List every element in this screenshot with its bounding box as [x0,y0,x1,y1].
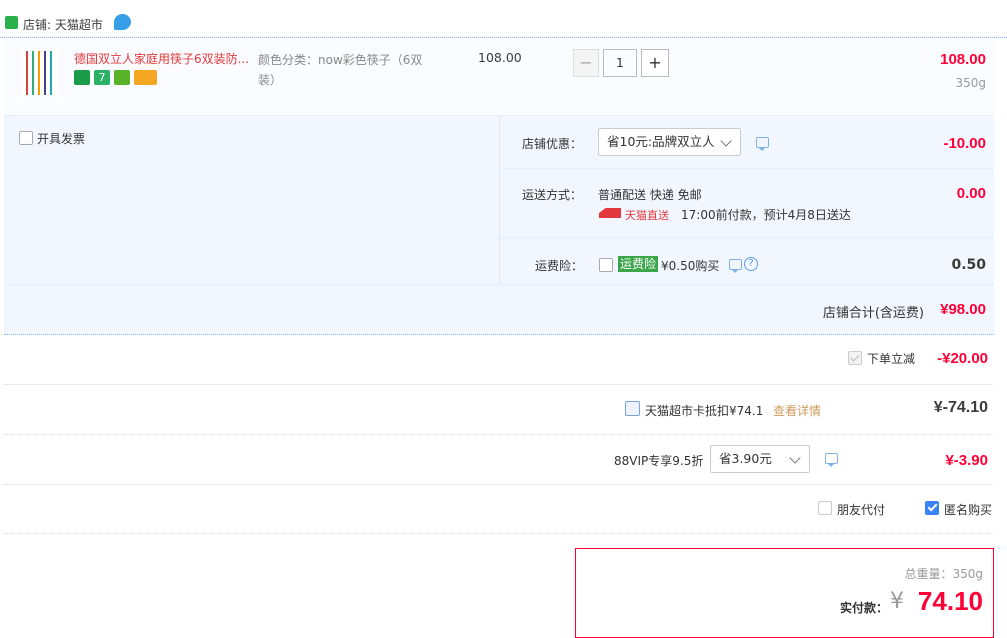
insurance-price: ¥0.50购买 [661,259,720,273]
divider [499,237,994,238]
anonymous-label[interactable]: 匿名购买 [944,501,992,518]
divider [499,168,994,169]
quantity-decrease-button[interactable]: − [573,49,599,77]
chevron-down-icon [789,452,801,464]
shop-total-row: 店铺合计(含运费) ¥98.00 [4,284,994,336]
wangwang-chat-icon[interactable] [114,14,131,30]
divider [4,384,994,385]
vip-discount-amount: ¥-3.90 [945,452,988,469]
shop-total-label: 店铺合计(含运费) [822,306,924,321]
insurance-label: 运费险： [535,259,584,273]
shipping-method: 普通配送 快递 免邮 [598,188,702,202]
delivery-eta: 17:00前付款，预计4月8日送达 [681,208,851,222]
shop-total-amount: ¥98.00 [940,301,986,318]
quantity-stepper: − 1 + [573,49,670,77]
sku-info: 颜色分类：now彩色筷子（6双装） [258,53,423,87]
quantity-increase-button[interactable]: + [641,49,669,77]
credit-card-icon [134,70,157,85]
pay-currency: ¥ [890,589,904,614]
product-row: 德国双立人家庭用筷子6双装防... 7 颜色分类：now彩色筷子（6双装） 10… [4,39,994,115]
total-weight: 总重量：350g [904,567,983,581]
shop-discount-label: 店铺优惠： [522,137,583,151]
payment-summary-box: 总重量：350g 实付款： ¥ 74.10 [575,548,994,638]
item-subtotal: 108.00 [940,51,986,68]
comment-icon[interactable] [729,259,742,273]
divider [4,484,994,485]
insurance-amount: 0.50 [951,257,986,273]
unit-price: 108.00 [478,50,522,65]
friend-pay-label[interactable]: 朋友代付 [837,501,885,518]
shop-discount-select[interactable]: 省10元:品牌双立人 [598,128,741,156]
order-options-panel: 开具发票 店铺优惠： 省10元:品牌双立人 -10.00 运送方式： 普通配送 … [4,115,994,335]
pay-label: 实付款： [840,601,889,615]
shipping-amount: 0.00 [956,185,986,202]
comment-icon[interactable] [825,453,838,467]
card-details-link[interactable]: 查看详情 [773,402,821,419]
card-deduct-checkbox[interactable] [625,401,640,416]
divider [4,533,994,534]
tmall-shop-icon [5,16,18,29]
seven-day-return-icon: 7 [94,70,110,85]
insurance-checkbox[interactable] [599,258,613,272]
shipping-label: 运送方式： [522,188,583,202]
invoice-checkbox[interactable] [19,131,33,145]
shop-discount-selected: 省10元:品牌双立人 [607,134,715,149]
instant-discount-label: 下单立减 [867,352,916,366]
product-thumbnail[interactable] [22,49,58,97]
vip-discount-selected: 省3.90元 [719,451,772,466]
item-weight: 350g [955,76,986,90]
chevron-down-icon [720,135,732,147]
invoice-label[interactable]: 开具发票 [37,130,85,147]
help-icon[interactable]: ? [744,257,758,271]
vip-discount-select[interactable]: 省3.90元 [710,445,810,473]
shop-discount-amount: -10.00 [943,135,986,152]
friend-pay-checkbox[interactable] [818,501,832,515]
guarantee-icon [114,70,130,85]
comment-icon[interactable] [756,137,769,151]
insurance-badge: 运费险 [618,256,659,272]
shop-name[interactable]: 店铺: 天猫超市 [23,16,103,33]
instant-discount-amount: -¥20.00 [937,350,988,367]
quantity-input[interactable]: 1 [603,49,637,77]
product-title-link[interactable]: 德国双立人家庭用筷子6双装防... [74,50,249,67]
card-deduct-label[interactable]: 天猫超市卡抵扣¥74.1 [645,402,763,419]
divider [4,434,994,435]
pay-amount: 74.10 [917,586,983,616]
tmall-express-brand: 天猫直送 [625,209,669,222]
tmall-badge-icon [74,70,90,85]
card-deduct-amount: ¥-74.10 [933,399,988,416]
shop-header: 店铺: 天猫超市 [0,0,1007,38]
vip-label: 88VIP专享9.5折 [614,454,704,468]
